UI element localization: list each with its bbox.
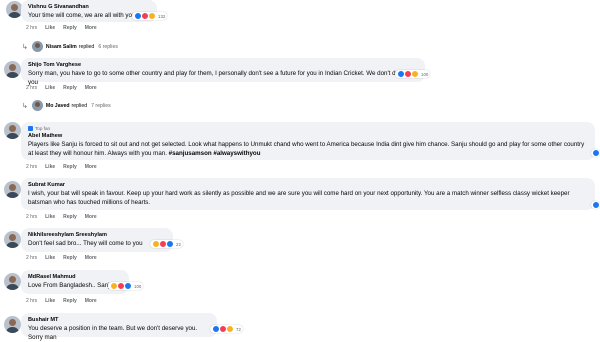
- reply-arrow-icon: ↳: [22, 43, 28, 51]
- more-button[interactable]: More: [85, 298, 97, 304]
- more-button[interactable]: More: [85, 214, 97, 220]
- comment-actions: 2 hrs Like Reply More: [26, 214, 105, 220]
- comment-actions: 2 hrs Like Reply More: [26, 25, 105, 31]
- commenter-name[interactable]: Abel Mathew: [28, 132, 588, 140]
- like-reaction-icon: [592, 149, 600, 157]
- commenter-name[interactable]: MdRasel Mahmud: [28, 273, 122, 281]
- reaction-summary[interactable]: 100: [108, 282, 144, 290]
- commenter-name[interactable]: Shijo Tom Varghese: [28, 61, 418, 69]
- commenter-name[interactable]: Vishnu G Sivanandhan: [28, 3, 150, 11]
- comment-text: You deserve a position in the team. But …: [28, 325, 198, 341]
- comment-actions: 2 hrs Like Reply More: [26, 298, 105, 304]
- avatar[interactable]: [4, 316, 21, 333]
- view-replies-link[interactable]: ↳ Mo Javed replied 7 replies: [22, 100, 111, 111]
- more-button[interactable]: More: [85, 255, 97, 261]
- like-button[interactable]: Like: [45, 85, 55, 91]
- reply-verb: replied: [78, 43, 95, 50]
- reaction-count: 22: [176, 241, 181, 247]
- reply-button[interactable]: Reply: [63, 85, 77, 91]
- view-replies-link[interactable]: ↳ Nisam Salim replied 6 replies: [22, 41, 118, 52]
- more-button[interactable]: More: [85, 85, 97, 91]
- sad-reaction-icon: [226, 325, 234, 333]
- reaction-summary[interactable]: 22: [150, 240, 183, 248]
- care-reaction-icon: [148, 12, 156, 20]
- like-button[interactable]: Like: [45, 255, 55, 261]
- reaction-summary[interactable]: [591, 201, 600, 209]
- like-button[interactable]: Like: [45, 25, 55, 31]
- more-button[interactable]: More: [85, 164, 97, 170]
- avatar: [31, 41, 43, 52]
- top-fan-icon: [28, 126, 33, 132]
- reaction-count: 132: [158, 13, 166, 19]
- reaction-count: 100: [134, 283, 142, 289]
- comment-bubble: Bushair MT You deserve a position in the…: [21, 313, 217, 341]
- timestamp[interactable]: 2 hrs: [26, 85, 37, 91]
- comment-bubble: Subrat Kumar I wish, your bat will speak…: [21, 178, 595, 210]
- commenter-name[interactable]: Subrat Kumar: [28, 181, 588, 189]
- comment-bubble: Top fan Abel Mathew Players like Sanju i…: [21, 122, 595, 160]
- timestamp[interactable]: 2 hrs: [26, 164, 37, 170]
- reaction-summary[interactable]: [591, 149, 600, 157]
- avatar[interactable]: [4, 231, 21, 248]
- reply-button[interactable]: Reply: [63, 164, 77, 170]
- comment-text: Players like Sanju is forced to sit out …: [28, 141, 585, 157]
- reply-button[interactable]: Reply: [63, 214, 77, 220]
- avatar[interactable]: [4, 181, 21, 198]
- comment-bubble: Shijo Tom Varghese Sorry man, you have t…: [21, 58, 425, 86]
- reaction-summary[interactable]: 72: [210, 325, 243, 333]
- reply-arrow-icon: ↳: [22, 102, 28, 110]
- timestamp[interactable]: 2 hrs: [26, 25, 37, 31]
- reply-verb: replied: [71, 102, 88, 109]
- timestamp[interactable]: 2 hrs: [26, 255, 37, 261]
- avatar[interactable]: [4, 273, 21, 290]
- hashtags[interactable]: #sanjusamson #alwayswithyou: [169, 150, 261, 157]
- reaction-summary[interactable]: 100: [395, 70, 431, 78]
- comment-text: I wish, your bat will speak in favour. K…: [28, 190, 570, 206]
- avatar[interactable]: [4, 61, 21, 78]
- reply-button[interactable]: Reply: [63, 255, 77, 261]
- reply-button[interactable]: Reply: [63, 298, 77, 304]
- reaction-count: 100: [421, 71, 429, 77]
- avatar[interactable]: [4, 122, 21, 139]
- reaction-count: 72: [236, 326, 241, 332]
- commenter-name[interactable]: Bushair MT: [28, 316, 210, 324]
- commenter-name[interactable]: Nikhilsreeshylam Sreeshylam: [28, 231, 166, 239]
- like-reaction-icon: [592, 201, 600, 209]
- comment-actions: 2 hrs Like Reply More: [26, 85, 105, 91]
- reaction-summary[interactable]: 132: [132, 12, 168, 20]
- like-reaction-icon: [166, 240, 174, 248]
- top-fan-badge: Top fan: [28, 125, 588, 132]
- reply-button[interactable]: Reply: [63, 25, 77, 31]
- replier-name: Mo Javed: [45, 102, 70, 109]
- like-reaction-icon: [124, 282, 132, 290]
- reply-count: 7 replies: [91, 102, 111, 109]
- comment-text: Don't feel sad bro... They will come to …: [28, 240, 143, 247]
- like-button[interactable]: Like: [45, 214, 55, 220]
- avatar: [31, 100, 43, 111]
- replier-name: Nisam Salim: [45, 43, 77, 50]
- reply-count: 6 replies: [98, 43, 118, 50]
- like-button[interactable]: Like: [45, 298, 55, 304]
- comment-actions: 2 hrs Like Reply More: [26, 164, 105, 170]
- comment-actions: 2 hrs Like Reply More: [26, 255, 105, 261]
- more-button[interactable]: More: [85, 25, 97, 31]
- comment-bubble: Nikhilsreeshylam Sreeshylam Don't feel s…: [21, 228, 173, 252]
- like-button[interactable]: Like: [45, 164, 55, 170]
- sad-reaction-icon: [411, 70, 419, 78]
- timestamp[interactable]: 2 hrs: [26, 298, 37, 304]
- timestamp[interactable]: 2 hrs: [26, 214, 37, 220]
